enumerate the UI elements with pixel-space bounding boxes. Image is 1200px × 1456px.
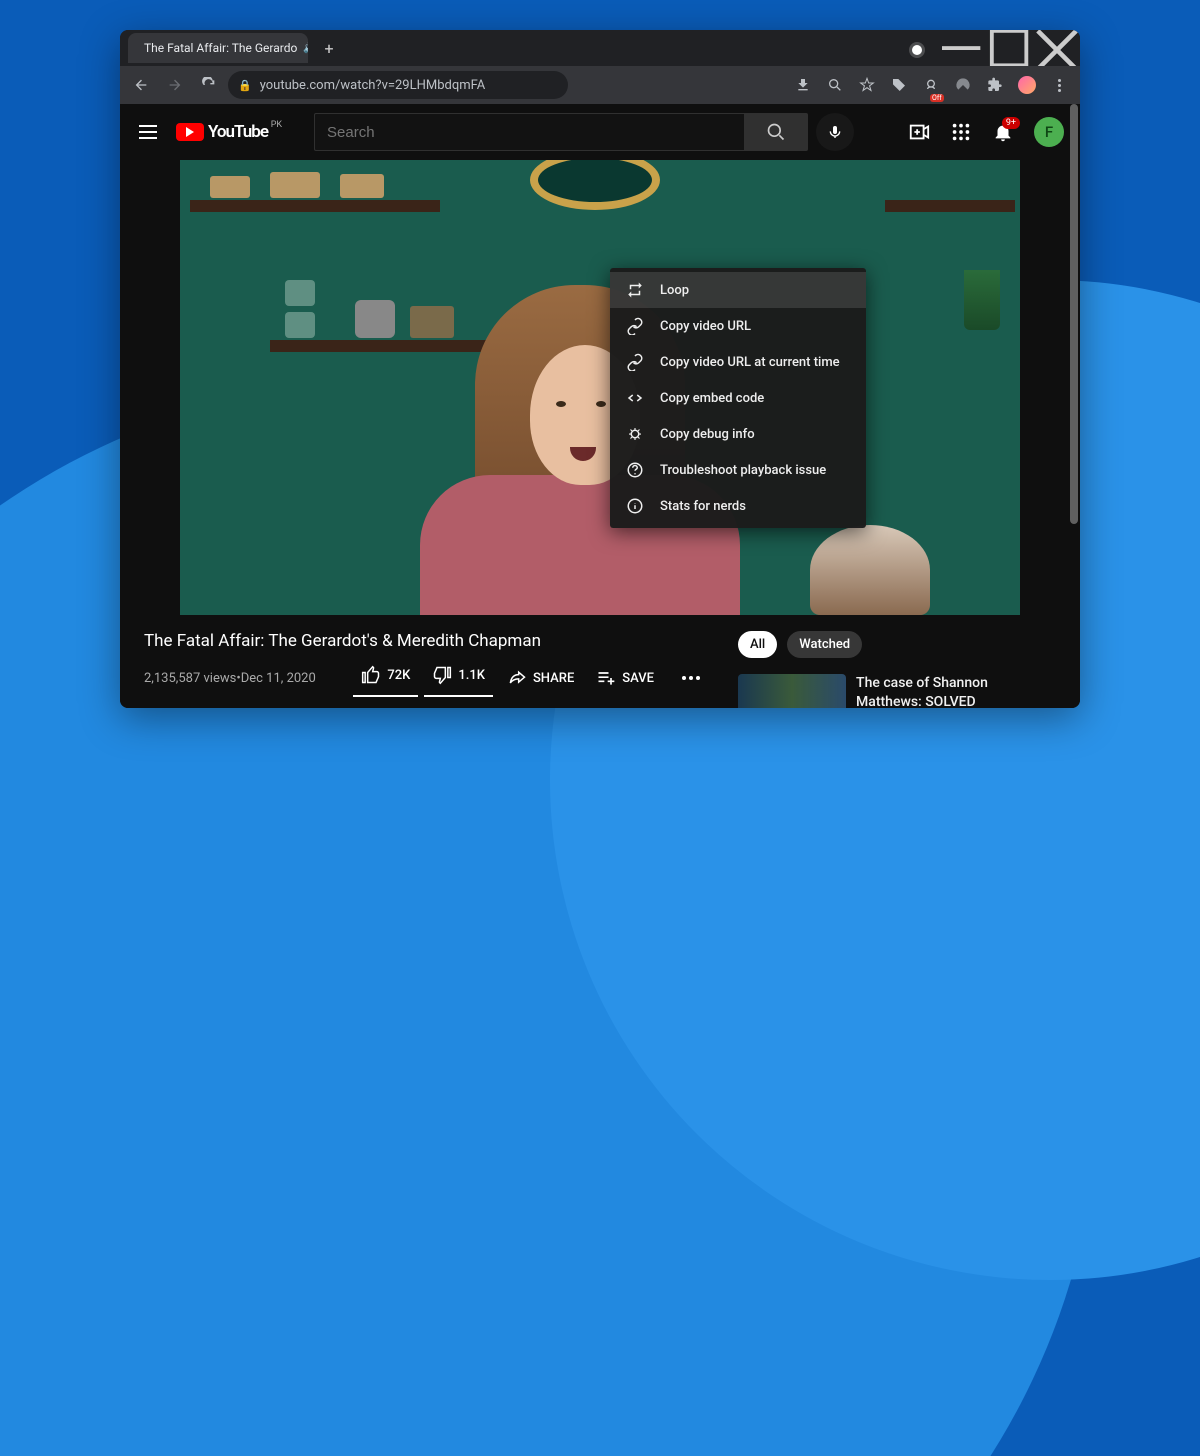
account-avatar-button[interactable]: F (1034, 117, 1064, 147)
video-stats: 2,135,587 views • Dec 11, 2020 (144, 671, 316, 686)
info-icon (626, 497, 644, 515)
share-button[interactable]: SHARE (499, 662, 582, 694)
search-box[interactable] (314, 113, 744, 151)
ellipsis-icon (676, 676, 706, 680)
address-bar[interactable]: 🔒 youtube.com/watch?v=29LHMbdqmFA (228, 71, 568, 99)
tab-title: The Fatal Affair: The Gerardo (144, 41, 297, 55)
more-actions-button[interactable] (668, 670, 714, 686)
search-input[interactable] (327, 124, 732, 141)
scrollbar-thumb[interactable] (1070, 104, 1078, 524)
dislike-button[interactable]: 1.1K (424, 659, 493, 697)
video-context-menu: Loop Copy video URL Copy video URL at cu… (610, 268, 866, 528)
browser-menu-button[interactable] (1044, 70, 1074, 100)
maximize-button[interactable] (988, 34, 1034, 66)
notification-count-badge: 9+ (1002, 117, 1020, 129)
browser-window: The Fatal Affair: The Gerardo 🔊 ✕ + (120, 30, 1080, 708)
playlist-add-icon (596, 668, 616, 688)
apps-grid-button[interactable] (950, 121, 972, 143)
browser-toolbar: 🔒 youtube.com/watch?v=29LHMbdqmFA Off (120, 66, 1080, 104)
extension-off-badge: Off (930, 94, 944, 102)
avatar-letter: F (1045, 123, 1053, 141)
context-menu-embed[interactable]: Copy embed code (610, 380, 866, 416)
notifications-button[interactable]: 9+ (992, 121, 1014, 143)
like-button[interactable]: 72K (353, 659, 418, 697)
lock-icon: 🔒 (238, 79, 252, 92)
help-icon (626, 461, 644, 479)
tab-mute-icon[interactable]: 🔊 (303, 41, 308, 55)
extension-tag-icon[interactable] (884, 70, 914, 100)
recommended-video[interactable]: The case of Shannon Matthews: SOLVED (738, 674, 1020, 708)
context-menu-loop[interactable]: Loop (610, 272, 866, 308)
link-icon (626, 317, 644, 335)
zoom-icon[interactable] (820, 70, 850, 100)
youtube-play-icon (176, 123, 204, 141)
create-button[interactable] (908, 121, 930, 143)
minimize-button[interactable] (942, 34, 988, 66)
context-menu-copy-url-time[interactable]: Copy video URL at current time (610, 344, 866, 380)
titlebar: The Fatal Affair: The Gerardo 🔊 ✕ + (120, 30, 1080, 66)
context-menu-troubleshoot[interactable]: Troubleshoot playback issue (610, 452, 866, 488)
context-menu-debug[interactable]: Copy debug info (610, 416, 866, 452)
save-button[interactable]: SAVE (588, 662, 662, 694)
chip-all[interactable]: All (738, 631, 777, 658)
close-window-button[interactable] (1034, 34, 1080, 66)
video-player[interactable]: Loop Copy video URL Copy video URL at cu… (180, 160, 1020, 615)
back-button[interactable] (126, 70, 156, 100)
forward-button[interactable] (160, 70, 190, 100)
extensions-puzzle-icon[interactable] (980, 70, 1010, 100)
search-button[interactable] (744, 113, 808, 151)
context-menu-stats[interactable]: Stats for nerds (610, 488, 866, 524)
region-code: PK (271, 120, 282, 130)
recording-indicator-icon (912, 45, 922, 55)
code-icon (626, 389, 644, 407)
extension-adblock-icon[interactable]: Off (916, 70, 946, 100)
youtube-header: YouTube PK (120, 104, 1080, 160)
bookmark-star-icon[interactable] (852, 70, 882, 100)
context-menu-copy-url[interactable]: Copy video URL (610, 308, 866, 344)
recommended-thumbnail (738, 674, 846, 708)
profile-avatar-icon[interactable] (1012, 70, 1042, 100)
new-tab-button[interactable]: + (316, 35, 342, 61)
video-title: The Fatal Affair: The Gerardot's & Mered… (144, 631, 714, 651)
page-content: YouTube PK (120, 104, 1080, 708)
voice-search-button[interactable] (816, 113, 854, 151)
thumb-down-icon (432, 665, 452, 685)
chip-watched[interactable]: Watched (787, 631, 862, 658)
reload-button[interactable] (194, 70, 224, 100)
thumb-up-icon (361, 665, 381, 685)
loop-icon (626, 281, 644, 299)
share-icon (507, 668, 527, 688)
youtube-logo[interactable]: YouTube PK (176, 122, 268, 142)
browser-tab[interactable]: The Fatal Affair: The Gerardo 🔊 ✕ (128, 33, 308, 63)
link-icon (626, 353, 644, 371)
install-app-icon[interactable] (788, 70, 818, 100)
scrollbar[interactable] (1068, 104, 1080, 708)
guide-menu-button[interactable] (136, 120, 160, 144)
youtube-wordmark: YouTube (208, 122, 268, 142)
url-text: youtube.com/watch?v=29LHMbdqmFA (260, 78, 486, 93)
bug-icon (626, 425, 644, 443)
video-frame-dog (810, 525, 930, 615)
recommended-title: The case of Shannon Matthews: SOLVED (856, 674, 1020, 708)
extension-vpn-icon[interactable] (948, 70, 978, 100)
